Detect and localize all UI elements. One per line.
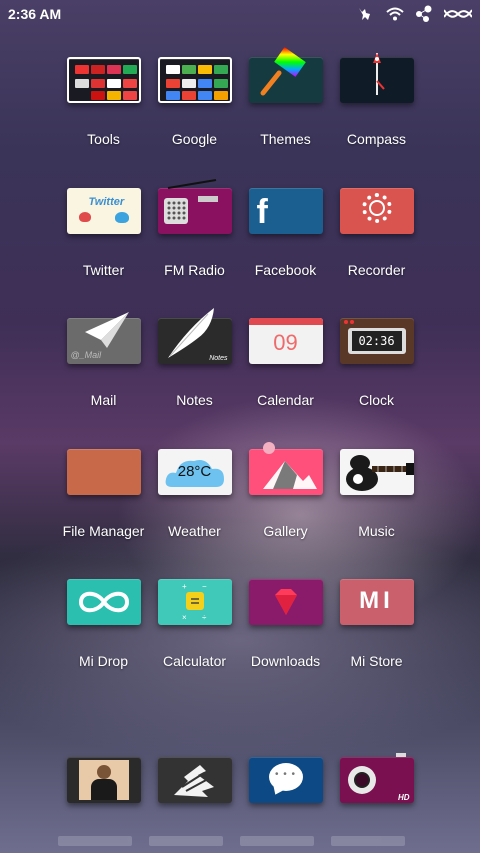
deer-icon: [356, 6, 376, 22]
app-fm-radio[interactable]: FM Radio: [149, 178, 240, 319]
feather-icon: Notes: [157, 308, 232, 364]
paint-roller-icon: [248, 47, 323, 103]
app-label: Twitter: [82, 261, 125, 278]
app-compass[interactable]: Compass: [331, 53, 422, 188]
guitar-icon: [339, 448, 414, 495]
app-themes[interactable]: Themes: [240, 47, 331, 188]
app-label: Compass: [346, 131, 407, 147]
dna-icon: [444, 7, 472, 21]
dock: • • • HD: [58, 753, 422, 817]
app-mi-drop[interactable]: Mi Drop: [58, 579, 149, 710]
facebook-tile-text: f: [256, 192, 268, 231]
app-label: Facebook: [254, 261, 317, 278]
infinity-icon: [66, 579, 141, 625]
calculator-icon: + − × ÷: [157, 579, 232, 625]
weather-tile-text: 28°C: [177, 462, 212, 480]
calendar-tile-text: 09: [273, 330, 298, 355]
ruby-icon: [248, 579, 323, 625]
twitter-icon: Twitter: [66, 187, 141, 234]
mail-icon: @_Mail: [66, 312, 141, 364]
app-label: Themes: [260, 131, 311, 147]
app-calculator[interactable]: + − × ÷ Calculator: [149, 579, 240, 710]
app-calendar[interactable]: 09 Calendar: [240, 318, 331, 449]
app-label: Google: [171, 131, 218, 147]
status-bar: 2:36 AM: [0, 0, 480, 28]
app-label: Mi Drop: [78, 653, 128, 669]
dock-reflection: [58, 836, 422, 853]
app-music[interactable]: Music: [331, 448, 422, 580]
mail-tile-text: @_Mail: [70, 350, 102, 360]
mi-store-tile-text: MI: [359, 587, 394, 614]
phone-icon: [157, 757, 232, 803]
app-label: FM Radio: [164, 261, 225, 278]
svg-text:×: ×: [182, 613, 187, 622]
app-label: Tools: [87, 131, 120, 147]
dock-messages[interactable]: • • •: [240, 757, 331, 817]
radio-icon: [157, 178, 232, 234]
app-label: Weather: [168, 522, 221, 539]
svg-text:−: −: [202, 582, 207, 591]
app-label: Calculator: [162, 653, 227, 669]
svg-text:+: +: [182, 582, 187, 591]
contacts-icon: [66, 757, 141, 803]
wifi-icon: [386, 7, 404, 21]
app-tools[interactable]: Tools: [58, 57, 149, 188]
clock-tile-text: 02:36: [351, 331, 402, 351]
app-label: Music: [358, 522, 395, 539]
app-facebook[interactable]: f Facebook: [240, 187, 331, 319]
app-twitter[interactable]: Twitter Twitter: [58, 187, 149, 319]
recorder-icon: [339, 187, 414, 234]
app-label: Mail: [90, 392, 117, 408]
app-weather[interactable]: 28°C Weather: [149, 448, 240, 580]
app-mi-store[interactable]: MI Mi Store: [331, 579, 422, 710]
camera-icon: HD: [339, 753, 414, 803]
folder-icon: [66, 448, 141, 495]
app-mail[interactable]: @_Mail Mail: [58, 312, 149, 449]
app-clock[interactable]: 02:36 Clock: [331, 318, 422, 449]
app-label: Notes: [176, 392, 213, 408]
dock-contacts[interactable]: [58, 757, 149, 817]
clock-icon: 02:36: [339, 318, 414, 364]
notes-tile-text: Notes: [209, 355, 228, 362]
mi-logo-icon: MI: [339, 579, 414, 625]
twitter-tile-text: Twitter: [88, 195, 125, 208]
message-bubble-icon: • • •: [248, 757, 323, 803]
weather-cloud-icon: 28°C: [157, 448, 232, 495]
app-label: Gallery: [263, 522, 308, 539]
app-recorder[interactable]: Recorder: [331, 187, 422, 319]
app-downloads[interactable]: Downloads: [240, 579, 331, 710]
app-label: Recorder: [347, 261, 406, 278]
app-file-manager[interactable]: File Manager: [58, 448, 149, 580]
compass-icon: [339, 53, 414, 103]
tools-icon: [66, 57, 141, 103]
status-time: 2:36 AM: [8, 6, 62, 22]
calendar-icon: 09: [248, 318, 323, 364]
app-label: File Manager: [62, 522, 145, 539]
app-notes[interactable]: Notes Notes: [149, 308, 240, 449]
app-label: Clock: [358, 392, 394, 408]
app-label: Calendar: [257, 392, 314, 408]
gallery-icon: [248, 441, 323, 495]
messages-tile-text: • • •: [274, 769, 297, 780]
facebook-icon: f: [248, 187, 323, 234]
app-label: Downloads: [250, 653, 321, 669]
app-label: Mi Store: [350, 653, 403, 669]
app-gallery[interactable]: Gallery: [240, 441, 331, 580]
dock-camera[interactable]: HD: [331, 753, 422, 817]
dock-phone[interactable]: [149, 757, 240, 817]
camera-tile-text: HD: [397, 793, 410, 802]
molecule-icon: [414, 5, 434, 23]
app-grid: Tools Google Themes Compass Twitter Twit…: [58, 47, 422, 710]
app-google[interactable]: Google: [149, 57, 240, 188]
google-folder-icon: [157, 57, 232, 103]
svg-text:÷: ÷: [202, 613, 207, 622]
